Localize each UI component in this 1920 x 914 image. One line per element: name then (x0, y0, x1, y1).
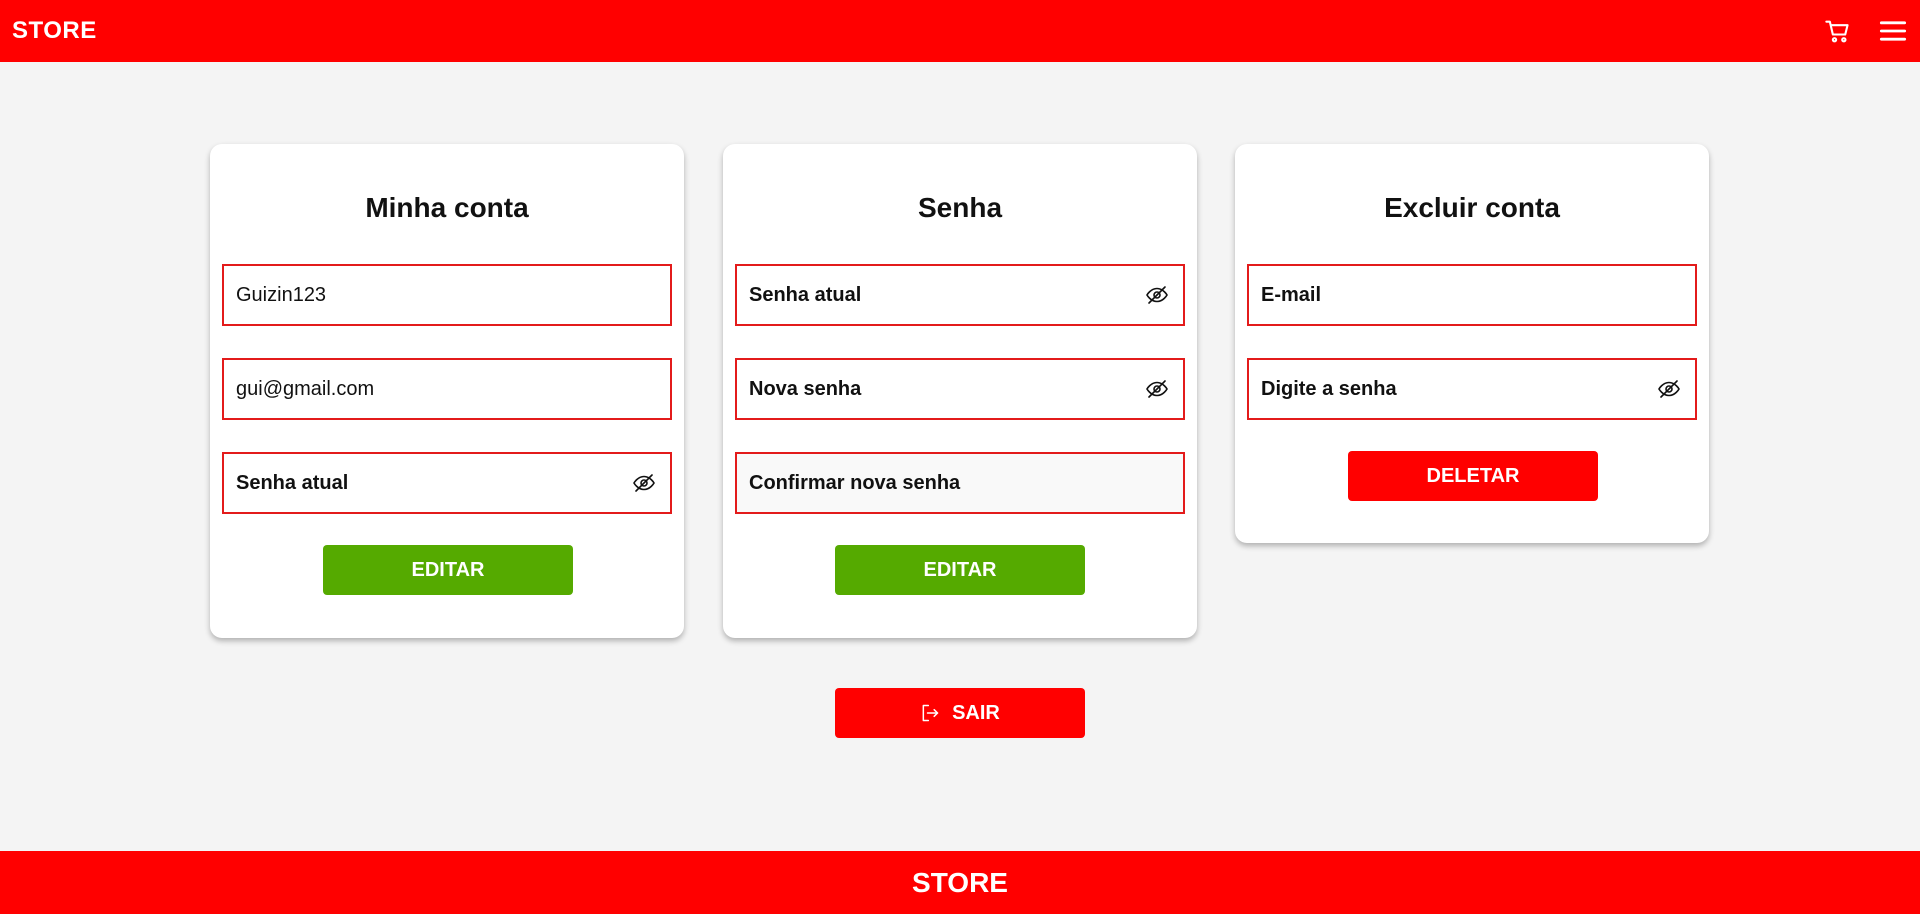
footer-brand: STORE (912, 867, 1008, 898)
account-card: Minha conta EDITAR (210, 144, 684, 638)
delete-email-field (1247, 264, 1697, 326)
logout-button[interactable]: SAIR (835, 688, 1085, 738)
new-password-field (735, 358, 1185, 420)
username-input[interactable] (224, 266, 670, 324)
hamburger-menu-icon[interactable] (1879, 17, 1907, 45)
confirm-password-input[interactable] (737, 454, 1183, 512)
eye-slash-icon[interactable] (632, 471, 656, 495)
delete-account-button[interactable]: DELETAR (1348, 451, 1598, 501)
password-card: Senha EDITAR (723, 144, 1197, 638)
logout-label: SAIR (952, 701, 1000, 724)
password-edit-button[interactable]: EDITAR (835, 545, 1085, 595)
eye-slash-icon[interactable] (1145, 377, 1169, 401)
delete-email-input[interactable] (1249, 266, 1695, 324)
current-password-field (735, 264, 1185, 326)
eye-slash-icon[interactable] (1657, 377, 1681, 401)
logout-icon (920, 703, 940, 723)
password-card-title: Senha (917, 192, 1003, 223)
delete-password-field (1247, 358, 1697, 420)
username-field (222, 264, 672, 326)
top-navbar: STORE (0, 0, 1920, 62)
account-current-password-field (222, 452, 672, 514)
eye-slash-icon[interactable] (1145, 283, 1169, 307)
email-field (222, 358, 672, 420)
cart-icon[interactable] (1824, 17, 1852, 45)
delete-card-title: Excluir conta (1384, 192, 1560, 223)
delete-account-card: Excluir conta DELETAR (1235, 144, 1709, 543)
new-password-input[interactable] (737, 360, 1183, 418)
email-input[interactable] (224, 360, 670, 418)
confirm-password-field (735, 452, 1185, 514)
brand-logo[interactable]: STORE (12, 0, 97, 62)
current-password-input[interactable] (737, 266, 1183, 324)
account-edit-button[interactable]: EDITAR (323, 545, 573, 595)
delete-password-input[interactable] (1249, 360, 1695, 418)
footer: STORE (0, 851, 1920, 914)
account-current-password-input[interactable] (224, 454, 670, 512)
account-card-title: Minha conta (365, 192, 529, 223)
